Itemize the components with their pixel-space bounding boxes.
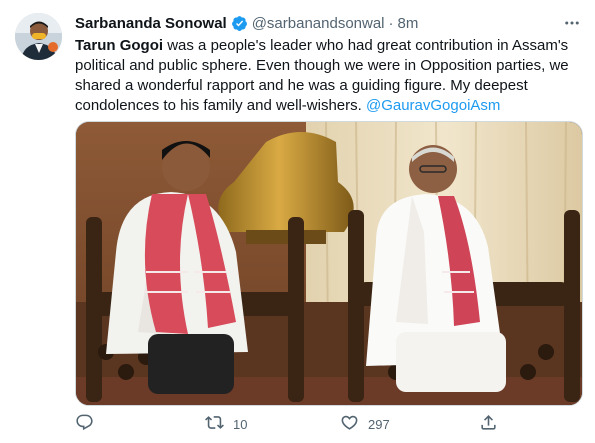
author-name[interactable]: Sarbananda Sonowal	[75, 15, 227, 32]
tweet-text: Tarun Gogoi was a people's leader who ha…	[75, 36, 585, 116]
retweet-icon	[205, 413, 224, 435]
like-icon	[340, 413, 359, 435]
retweet-count: 10	[233, 416, 248, 432]
mention-link[interactable]: @GauravGogoiAsm	[366, 97, 500, 114]
tweet-text-segment: condolences to his family and well-wishe…	[75, 97, 366, 114]
reply-button[interactable]	[75, 412, 103, 436]
header-separator: ·	[388, 14, 394, 32]
tweet-text-bold-name: Tarun Gogoi	[75, 37, 164, 54]
tweet-text-line-3: shared a wonderful rapport and he was a …	[75, 77, 528, 94]
share-button[interactable]	[479, 412, 498, 436]
retweet-button[interactable]: 10	[205, 412, 247, 436]
tweet-text-line-1: Tarun Gogoi was a people's leader who ha…	[75, 36, 585, 56]
tweet-header: Sarbananda Sonowal @sarbanandsonwal · 8m	[75, 13, 418, 33]
reply-icon	[75, 413, 94, 435]
tweet-timestamp[interactable]: 8m	[398, 15, 419, 32]
tweet-photo[interactable]	[75, 121, 583, 406]
photo-image	[76, 122, 582, 405]
like-count: 297	[368, 416, 390, 432]
tweet-actions: 10 297	[75, 412, 505, 436]
share-icon	[479, 413, 498, 435]
author-handle[interactable]: @sarbanandsonwal	[252, 15, 385, 32]
avatar-photo	[15, 13, 62, 60]
tweet-card[interactable]: Sarbananda Sonowal @sarbanandsonwal · 8m…	[0, 0, 595, 443]
like-button[interactable]: 297	[340, 412, 390, 436]
verified-badge-icon	[231, 15, 248, 32]
tweet-text-line-4: condolences to his family and well-wishe…	[75, 96, 585, 116]
author-avatar[interactable]	[15, 13, 62, 60]
tweet-text-line-2: political and public sphere. Even though…	[75, 57, 569, 74]
tweet-text-segment: was a people's leader who had great cont…	[163, 37, 569, 54]
more-options-icon[interactable]	[562, 13, 582, 33]
